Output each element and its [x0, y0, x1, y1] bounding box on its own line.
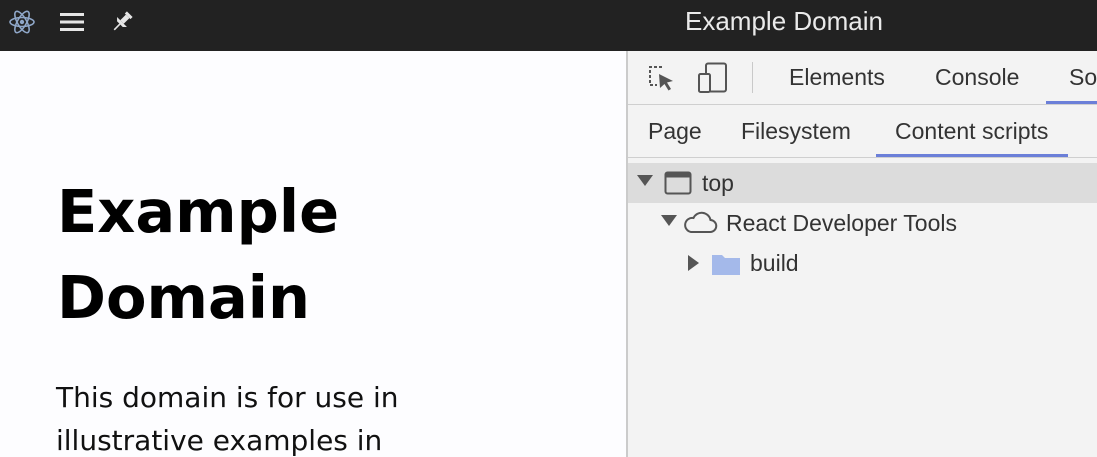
subtab-content-scripts[interactable]: Content scripts	[876, 105, 1069, 157]
electron-logo-icon[interactable]	[6, 6, 38, 38]
inspect-element-icon[interactable]	[644, 61, 678, 95]
tab-elements[interactable]: Elements	[789, 51, 885, 104]
devtools-toolbar: Elements Console So	[628, 51, 1097, 105]
page-heading: Example Domain	[57, 177, 340, 332]
subtab-page[interactable]: Page	[648, 105, 702, 157]
tree-label-top: top	[702, 170, 734, 196]
toolbar-separator	[752, 62, 753, 93]
tree-label-extension: React Developer Tools	[726, 210, 957, 236]
subtab-filesystem[interactable]: Filesystem	[741, 105, 851, 157]
expand-arrow-icon[interactable]	[661, 215, 677, 226]
tree-label-build: build	[750, 250, 799, 276]
page-paragraph: This domain is for use in illustrative e…	[56, 381, 399, 457]
device-toggle-icon[interactable]	[696, 61, 730, 95]
folder-icon	[711, 252, 741, 281]
pin-icon[interactable]	[106, 6, 138, 38]
cloud-icon	[682, 211, 718, 240]
title-bar: Example Domain	[0, 0, 1097, 51]
devtools-panel: Elements Console So Page Filesystem Cont…	[628, 51, 1097, 457]
window-title: Example Domain	[685, 6, 883, 36]
expand-arrow-icon[interactable]	[688, 255, 699, 271]
expand-arrow-icon[interactable]	[637, 175, 653, 186]
sources-navigator-tabs: Page Filesystem Content scripts	[628, 105, 1097, 158]
hamburger-menu-icon[interactable]	[56, 6, 88, 38]
tab-console[interactable]: Console	[935, 51, 1019, 104]
tab-sources[interactable]: So	[1046, 51, 1097, 104]
tree-item-top[interactable]: top	[628, 163, 1097, 203]
frame-icon	[664, 171, 692, 200]
tree-item-extension[interactable]: React Developer Tools	[628, 203, 1097, 243]
tree-item-build[interactable]: build	[628, 243, 1097, 283]
web-page: Example Domain This domain is for use in…	[0, 51, 626, 457]
